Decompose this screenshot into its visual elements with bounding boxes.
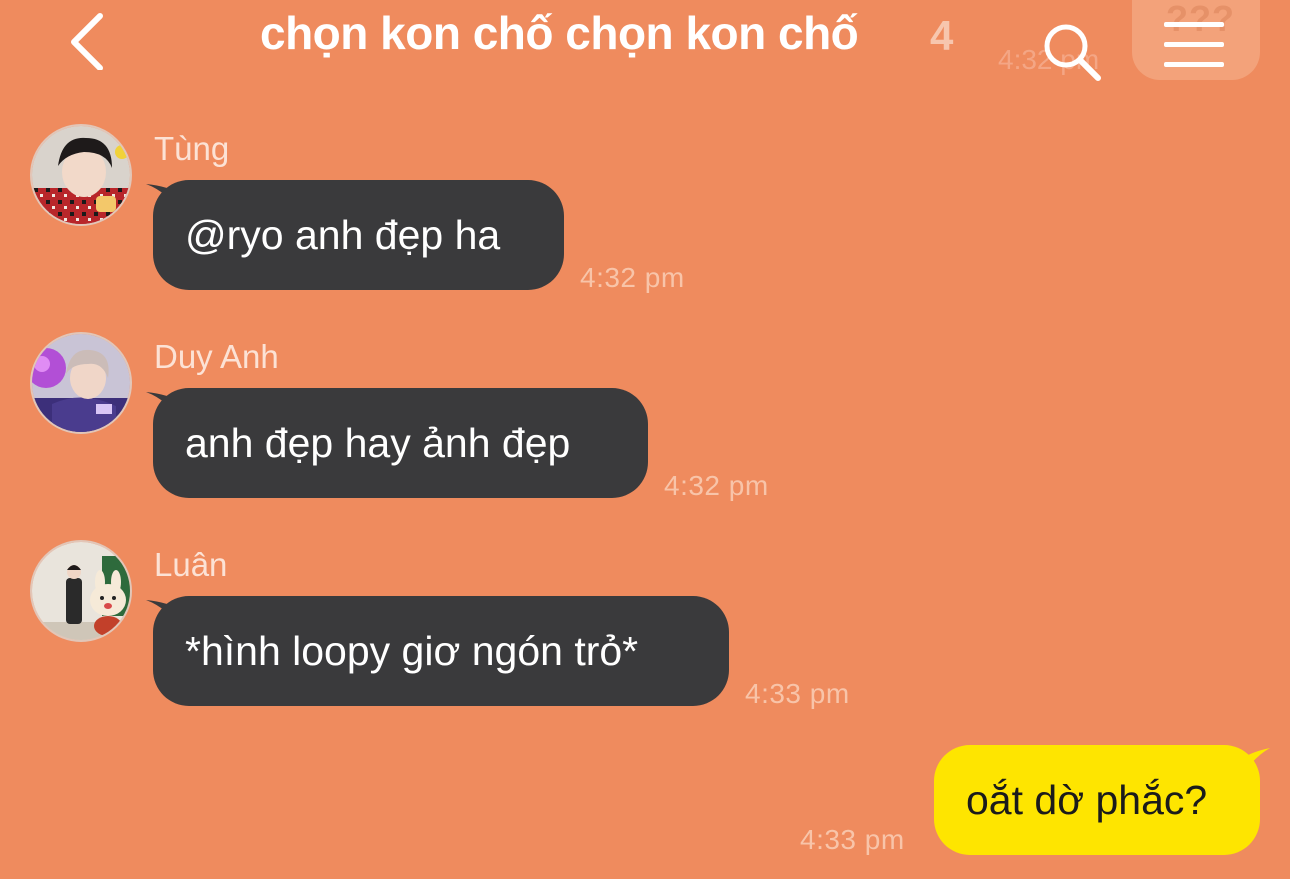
avatar-tung[interactable] (30, 124, 132, 226)
message-bubble[interactable]: @ryo anh đẹp ha (153, 180, 564, 290)
sender-name: Duy Anh (154, 338, 279, 375)
my-message-time: 4:33 pm (800, 824, 905, 855)
my-message-bubble[interactable]: oắt dờ phắc? (934, 745, 1260, 855)
sender-name: Tùng (154, 130, 230, 167)
search-button[interactable] (1040, 20, 1104, 84)
message-time: 4:32 pm (664, 470, 769, 501)
menu-button[interactable] (1160, 18, 1228, 72)
search-icon (1044, 24, 1101, 81)
back-button[interactable] (62, 6, 122, 71)
message-time: 4:33 pm (745, 678, 850, 709)
sender-name: Luân (154, 546, 228, 583)
message-bubble[interactable]: anh đẹp hay ảnh đẹp (153, 388, 648, 498)
avatar-luan[interactable] (30, 540, 132, 642)
back-icon (71, 13, 103, 71)
message-bubble[interactable]: *hình loopy giơ ngón trỏ* (153, 596, 729, 706)
avatar-duy-anh[interactable] (30, 332, 132, 434)
chat-header: chọn kon chố chọn kon chố 4 4:32 pm ??? (0, 0, 1290, 90)
member-count: 4 (930, 12, 954, 59)
chat-title[interactable]: chọn kon chố chọn kon chố (260, 6, 859, 60)
message-time: 4:32 pm (580, 262, 685, 293)
